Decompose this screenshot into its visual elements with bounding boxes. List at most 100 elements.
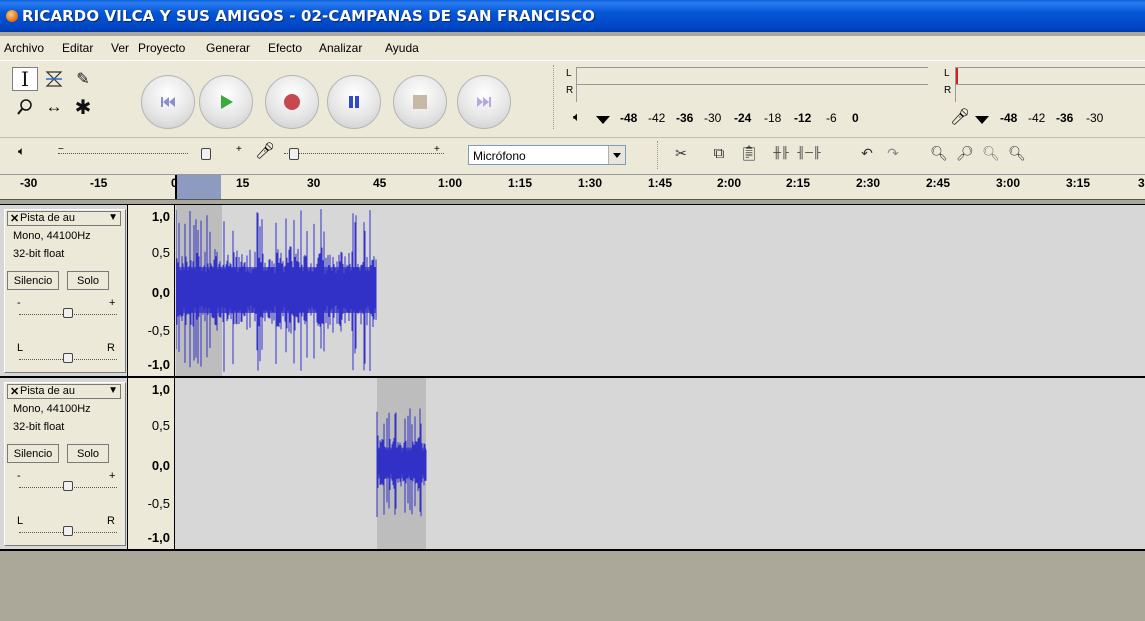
app-icon — [6, 10, 18, 22]
menu-proyecto[interactable]: Proyecto — [138, 41, 185, 55]
ruler-tick: 1:30 — [578, 176, 603, 190]
pan-right-label: R — [107, 515, 115, 527]
play-meter-right — [576, 84, 928, 102]
input-volume-slider[interactable]: + — [284, 144, 444, 155]
track-control-panel: ✕ Pista de au ▼ Mono, 44100Hz 32-bit flo… — [4, 209, 126, 373]
close-track-icon[interactable]: ✕ — [10, 212, 19, 225]
skip-start-icon — [161, 97, 175, 107]
pause-button[interactable] — [327, 75, 381, 129]
scale-label: 0,0 — [151, 458, 170, 473]
rec-meter-left-label: L — [944, 68, 950, 79]
gain-slider[interactable]: - + — [17, 470, 117, 491]
trim-button[interactable]: ╫╟ — [768, 141, 794, 165]
scale-label: 0,5 — [151, 418, 170, 433]
zoom-icon — [17, 99, 32, 115]
paste-button[interactable]: 📋︎ — [736, 141, 762, 165]
cut-button[interactable]: ✂ — [668, 141, 694, 165]
silence-icon: ╢─╟ — [797, 147, 821, 159]
output-volume-icon: 🔈︎ — [18, 144, 26, 158]
redo-icon: ↷ — [887, 144, 899, 161]
stop-button[interactable] — [393, 75, 447, 129]
skip-start-button[interactable] — [141, 75, 195, 129]
waveform-area[interactable] — [176, 205, 1145, 376]
copy-button[interactable]: ⧉ — [706, 141, 732, 165]
trim-icon: ╫╟ — [773, 147, 789, 159]
menu-analizar[interactable]: Analizar — [319, 41, 362, 55]
rec-meter-dropdown-icon[interactable] — [975, 116, 989, 124]
amplitude-scale: 1,0 0,5 0,0 -0,5 -1,0 — [127, 378, 175, 549]
menu-efecto[interactable]: Efecto — [268, 41, 302, 55]
ruler-tick: 2:30 — [856, 176, 881, 190]
title-bar[interactable]: RICARDO VILCA Y SUS AMIGOS - 02-CAMPANAS… — [0, 0, 1145, 32]
menu-bar: Archivo Editar Ver Proyecto Generar Efec… — [0, 36, 1145, 60]
timeshift-icon: ↔ — [45, 97, 63, 116]
timeline-ruler[interactable]: -30 -15 0 15 30 45 1:00 1:15 1:30 1:45 2… — [0, 174, 1145, 200]
audio-track-2[interactable]: ✕ Pista de au ▼ Mono, 44100Hz 32-bit flo… — [0, 377, 1145, 551]
gain-slider[interactable]: - + — [17, 297, 117, 318]
menu-generar[interactable]: Generar — [206, 41, 250, 55]
zoom-in-button[interactable]: 🔍︎ — [926, 141, 952, 165]
ruler-tick: 1:00 — [438, 176, 463, 190]
play-button[interactable] — [199, 75, 253, 129]
output-volume-max: + — [236, 144, 242, 155]
silence-button[interactable]: ╢─╟ — [796, 141, 822, 165]
solo-button[interactable]: Solo — [67, 271, 109, 290]
menu-editar[interactable]: Editar — [62, 41, 93, 55]
scale-label: 0,0 — [151, 285, 170, 300]
rec-meter-left — [955, 67, 1145, 85]
scale-label: 1,0 — [151, 209, 170, 224]
gain-knob[interactable] — [63, 481, 73, 491]
mute-button[interactable]: Silencio — [7, 444, 59, 463]
scale-label: 0,5 — [151, 245, 170, 260]
input-source-dropdown-button[interactable] — [608, 146, 625, 164]
fit-project-button[interactable]: 🔍︎ — [1004, 141, 1030, 165]
record-icon — [284, 94, 300, 110]
menu-archivo[interactable]: Archivo — [4, 41, 44, 55]
gain-plus: + — [109, 297, 116, 309]
multi-tool-icon: ✱ — [74, 96, 92, 119]
record-button[interactable] — [265, 75, 319, 129]
pan-knob[interactable] — [63, 526, 73, 536]
fit-selection-button[interactable]: 🔍︎ — [978, 141, 1004, 165]
ruler-tick: 1:45 — [648, 176, 673, 190]
multi-tool[interactable]: ✱ — [70, 95, 96, 119]
track-rate: Mono, 44100Hz — [13, 403, 91, 415]
timeshift-tool[interactable]: ↔ — [41, 95, 67, 119]
mute-button[interactable]: Silencio — [7, 271, 59, 290]
draw-tool[interactable]: ✎ — [70, 67, 96, 91]
speaker-meter-icon[interactable]: 🔈︎ — [573, 109, 581, 125]
pan-slider[interactable]: L R — [17, 515, 117, 536]
envelope-tool[interactable] — [41, 67, 67, 91]
zoom-tool[interactable] — [12, 95, 38, 119]
skip-end-button[interactable] — [457, 75, 511, 129]
input-source-value: Micrófono — [473, 149, 526, 163]
output-volume-knob[interactable] — [201, 148, 211, 160]
amplitude-scale: 1,0 0,5 0,0 -0,5 -1,0 — [127, 205, 175, 376]
close-track-icon[interactable]: ✕ — [10, 385, 19, 398]
input-volume-knob[interactable] — [289, 148, 299, 160]
menu-ayuda[interactable]: Ayuda — [385, 41, 419, 55]
play-meter-dropdown-icon[interactable] — [596, 116, 610, 124]
pan-knob[interactable] — [63, 353, 73, 363]
empty-project-area[interactable] — [0, 551, 1145, 621]
output-volume-slider[interactable]: − + — [58, 144, 242, 155]
menu-ver[interactable]: Ver — [111, 41, 129, 55]
pan-slider[interactable]: L R — [17, 342, 117, 363]
track-menu-button[interactable]: ✕ Pista de au ▼ — [7, 384, 121, 399]
gain-knob[interactable] — [63, 308, 73, 318]
redo-button[interactable]: ↷ — [880, 141, 906, 165]
microphone-meter-icon[interactable]: 🎤︎ — [950, 107, 970, 127]
selection-tool[interactable]: I — [12, 67, 38, 91]
input-source-select[interactable]: Micrófono — [468, 145, 626, 165]
zoom-out-button[interactable]: 🔎︎ — [952, 141, 978, 165]
scale-label: 1,0 — [151, 382, 170, 397]
waveform — [176, 209, 377, 372]
track-menu-button[interactable]: ✕ Pista de au ▼ — [7, 211, 121, 226]
waveform-area[interactable] — [176, 378, 1145, 549]
solo-button[interactable]: Solo — [67, 444, 109, 463]
audio-track-1[interactable]: ✕ Pista de au ▼ Mono, 44100Hz 32-bit flo… — [0, 204, 1145, 378]
undo-button[interactable]: ↶ — [854, 141, 880, 165]
gain-minus: - — [17, 470, 21, 482]
toolbar-separator — [657, 141, 660, 169]
play-icon — [221, 95, 233, 109]
